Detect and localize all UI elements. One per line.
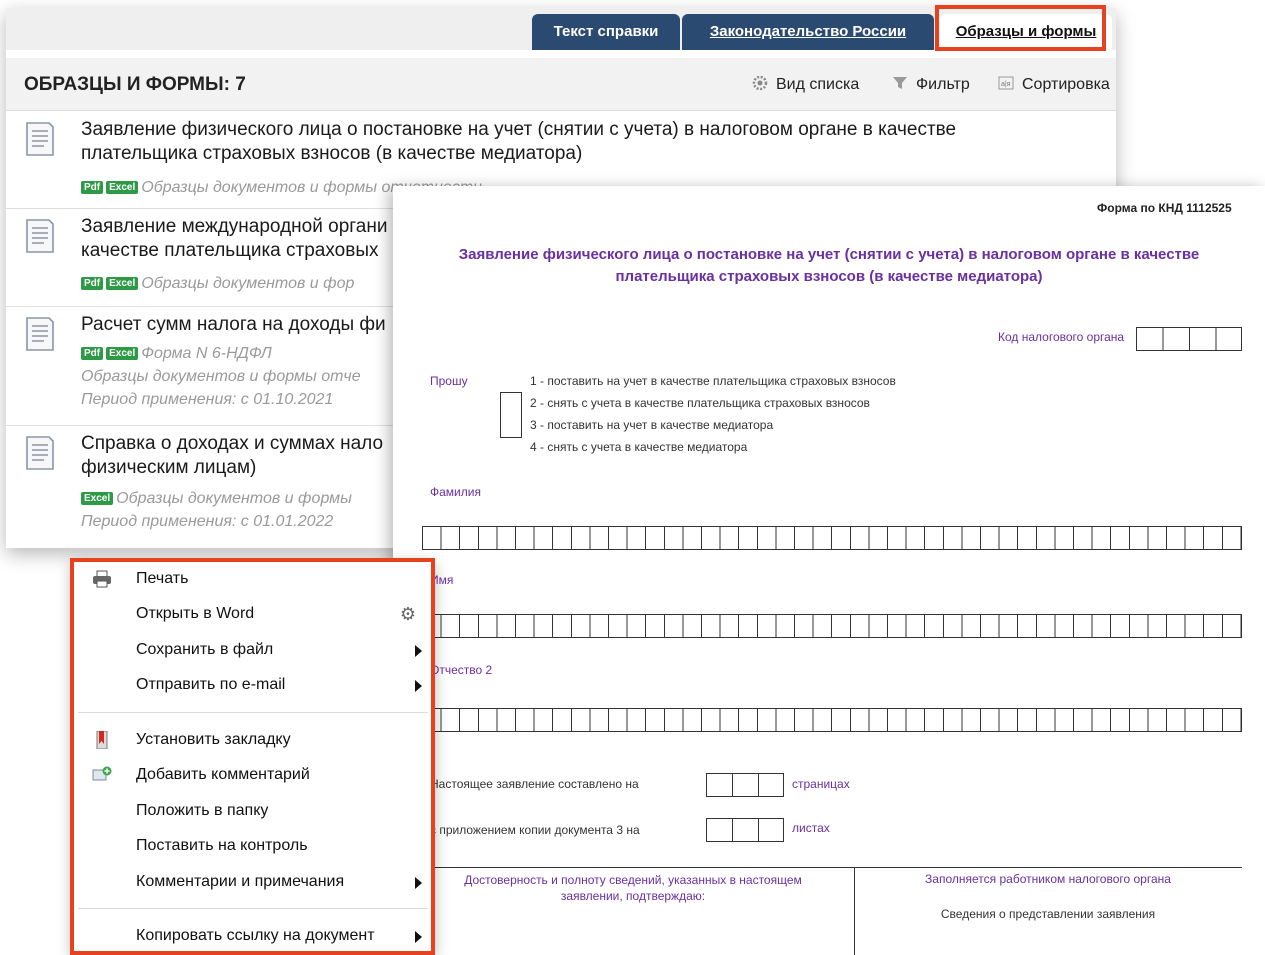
menu-item-bookmark[interactable]: Установить закладку	[72, 723, 434, 757]
option-1: 1 - поставить на учет в качестве платель…	[530, 374, 896, 388]
divider-line	[430, 867, 1242, 868]
item-title[interactable]: Заявление международной органи качестве …	[81, 215, 391, 263]
form-preview-window: Форма по КНД 1112525 Заявление физическо…	[393, 186, 1265, 955]
tab-highlight-frame	[935, 5, 1106, 51]
gear-icon[interactable]: ⚙	[400, 597, 416, 631]
item-category: Образцы документов и формы	[116, 490, 352, 507]
submenu-arrow-icon	[415, 680, 422, 692]
menu-label: Комментарии и примечания	[136, 873, 345, 890]
context-menu: Печать Открыть в Word ⚙ Сохранить в файл…	[72, 560, 434, 955]
office-subtext: Сведения о представлении заявления	[940, 907, 1156, 921]
patronymic-label: Отчество 2	[430, 663, 493, 677]
option-3: 3 - поставить на учет в качестве медиато…	[530, 418, 774, 432]
surname-cells[interactable]	[422, 526, 1242, 550]
submenu-arrow-icon	[415, 931, 422, 943]
excel-badge[interactable]: Excel	[81, 492, 114, 505]
submenu-arrow-icon	[415, 645, 422, 657]
name-cells[interactable]	[422, 614, 1242, 638]
document-icon	[26, 122, 54, 156]
excel-badge[interactable]: Excel	[106, 181, 139, 194]
tax-code-cells[interactable]	[1136, 327, 1242, 351]
item-meta: Pdf Excel Форма N 6-НДФЛ	[81, 342, 272, 365]
copies-label: с приложением копии документа 3 на	[430, 823, 640, 837]
copies-cells[interactable]	[706, 818, 784, 842]
menu-item-print[interactable]: Печать	[72, 562, 434, 596]
office-text: Заполняется работником налогового органа	[925, 872, 1171, 886]
item-period: Период применения: с 01.10.2021	[81, 391, 334, 408]
pages-label: Настоящее заявление составлено на	[430, 777, 639, 791]
pdf-badge[interactable]: Pdf	[81, 181, 104, 194]
funnel-icon	[893, 77, 907, 89]
document-icon	[26, 219, 54, 253]
sort-label: Сортировка	[1022, 76, 1110, 93]
filter-label: Фильтр	[916, 76, 970, 93]
item-meta: Excel Образцы документов и формы	[81, 487, 352, 510]
item-title[interactable]: Справка о доходах и суммах нало физическ…	[81, 432, 393, 480]
view-list-button[interactable]: Вид списка	[752, 75, 859, 94]
item-meta: Pdf Excel Образцы документов и фор	[81, 272, 354, 295]
tab-legislation-russia[interactable]: Законодательство России	[682, 14, 934, 50]
excel-badge[interactable]: Excel	[106, 277, 139, 290]
document-icon	[26, 317, 54, 351]
menu-item-open-word[interactable]: Открыть в Word ⚙	[72, 597, 434, 631]
menu-label: Положить в папку	[136, 802, 269, 819]
view-list-label: Вид списка	[776, 76, 860, 93]
menu-item-to-control[interactable]: Поставить на контроль	[72, 829, 434, 863]
list-header: ОБРАЗЦЫ И ФОРМЫ: 7 Вид списка Фильтр a|я…	[6, 58, 1116, 111]
menu-label: Копировать ссылку на документ	[136, 927, 375, 944]
add-comment-icon	[92, 766, 112, 781]
menu-label: Добавить комментарий	[136, 766, 310, 783]
menu-item-add-comment[interactable]: Добавить комментарий	[72, 758, 434, 792]
gear-icon	[752, 75, 768, 91]
menu-label: Поставить на контроль	[136, 837, 308, 854]
menu-separator	[78, 908, 428, 909]
menu-item-send-email[interactable]: Отправить по e-mail	[72, 668, 434, 702]
patronymic-cells[interactable]	[422, 708, 1242, 732]
menu-label: Установить закладку	[136, 731, 291, 748]
printer-icon	[93, 570, 111, 588]
form-title-line2: плательщика страховых взносов (в качеств…	[615, 268, 1043, 285]
ask-label: Прошу	[430, 374, 468, 388]
submenu-arrow-icon	[415, 877, 422, 889]
menu-label: Открыть в Word	[136, 605, 255, 622]
tab-text-help[interactable]: Текст справки	[532, 14, 680, 50]
surname-label: Фамилия	[430, 485, 481, 499]
item-form-number: Форма N 6-НДФЛ	[141, 345, 272, 362]
pdf-badge[interactable]: Pdf	[81, 277, 104, 290]
item-category: Образцы документов и формы отче	[81, 368, 361, 385]
menu-item-to-folder[interactable]: Положить в папку	[72, 794, 434, 828]
option-2: 2 - снять с учета в качестве плательщика…	[530, 396, 870, 410]
menu-separator	[78, 712, 428, 713]
item-period: Период применения: с 01.01.2022	[81, 513, 334, 530]
form-title-line1: Заявление физического лица о постановке …	[458, 246, 1200, 263]
menu-label: Сохранить в файл	[136, 641, 274, 658]
pages-cells[interactable]	[706, 773, 784, 797]
divider-vertical	[854, 867, 855, 955]
menu-label: Отправить по e-mail	[136, 676, 286, 693]
sort-icon: a|я	[998, 76, 1014, 90]
excel-badge[interactable]: Excel	[106, 347, 139, 360]
pdf-badge[interactable]: Pdf	[81, 347, 104, 360]
menu-label: Печать	[136, 570, 189, 587]
sort-button[interactable]: a|я Сортировка	[998, 75, 1110, 94]
item-category: Образцы документов и фор	[141, 275, 355, 292]
tab-legislation-label: Законодательство России	[709, 23, 907, 40]
pages-unit: страницах	[792, 777, 850, 791]
form-knd: Форма по КНД 1112525	[1097, 201, 1232, 215]
menu-item-comments-notes[interactable]: Комментарии и примечания	[72, 865, 434, 899]
list-title: ОБРАЗЦЫ И ФОРМЫ: 7	[24, 74, 246, 95]
menu-item-save-file[interactable]: Сохранить в файл	[72, 633, 434, 667]
filter-button[interactable]: Фильтр	[892, 75, 970, 94]
menu-item-copy-link[interactable]: Копировать ссылку на документ	[72, 919, 434, 953]
bookmark-icon	[96, 731, 108, 749]
svg-text:a|я: a|я	[1001, 81, 1011, 88]
item-title[interactable]: Заявление физического лица о постановке …	[81, 118, 1041, 166]
document-icon	[26, 436, 54, 470]
copies-unit: листах	[792, 821, 830, 835]
option-choice-box[interactable]	[500, 392, 522, 438]
tax-code-label: Код налогового органа	[998, 330, 1125, 344]
confirm-text: Достоверность и полноту сведений, указан…	[464, 873, 802, 903]
option-4: 4 - снять с учета в качестве медиатора	[530, 440, 748, 454]
